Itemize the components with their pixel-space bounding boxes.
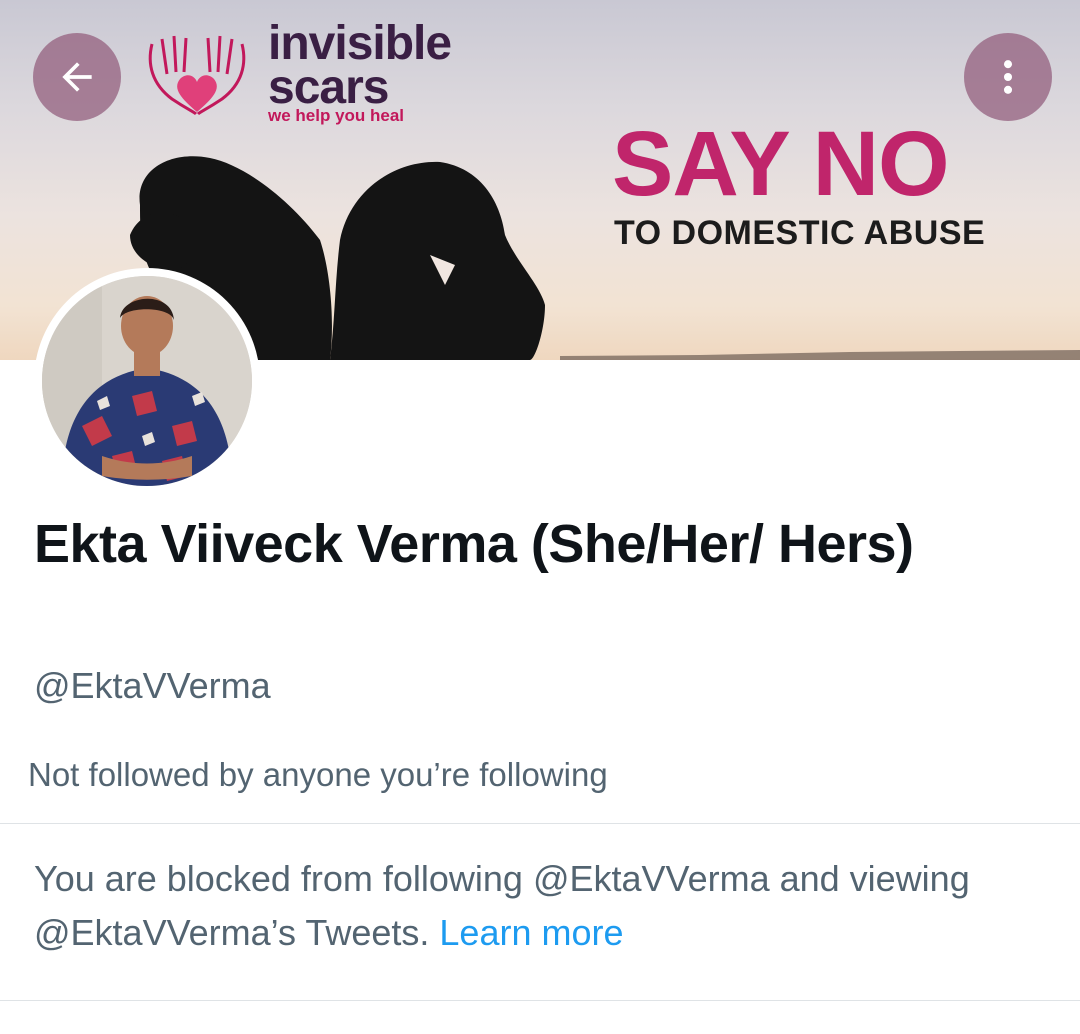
banner-subheadline: TO DOMESTIC ABUSE: [614, 214, 986, 252]
divider: [0, 1000, 1080, 1001]
back-button[interactable]: [33, 33, 121, 121]
profile-handle: @EktaVVerma: [34, 665, 271, 706]
banner-headline: SAY NO: [612, 113, 950, 215]
learn-more-link[interactable]: Learn more: [439, 912, 623, 953]
divider: [0, 823, 1080, 824]
avatar[interactable]: [42, 276, 252, 486]
invisible-scars-logo: invisible scars we help you heal: [132, 16, 512, 136]
more-options-button[interactable]: [964, 33, 1052, 121]
logo-tagline: we help you heal: [268, 106, 405, 125]
avatar-photo: [42, 276, 252, 486]
more-vertical-icon: [1003, 60, 1013, 94]
profile-display-name: Ekta Viiveck Verma (She/Her/ Hers): [34, 514, 914, 574]
blocked-notice: You are blocked from following @EktaVVer…: [34, 852, 1054, 960]
arrow-left-icon: [62, 62, 92, 92]
followers-you-know: Not followed by anyone you’re following: [28, 756, 608, 793]
hands-heart-icon: [148, 35, 246, 116]
